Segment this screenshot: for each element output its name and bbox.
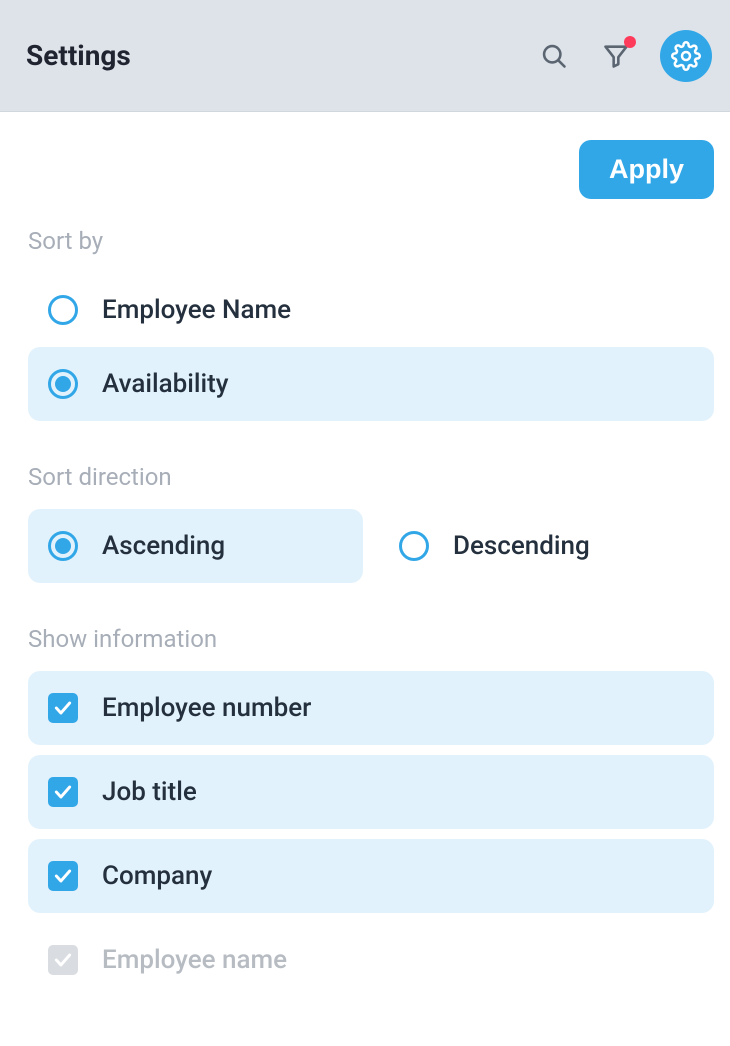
section-label-show-information: Show information <box>28 625 714 653</box>
radio-icon <box>48 295 78 325</box>
settings-button[interactable] <box>660 30 712 82</box>
radio-icon <box>48 531 78 561</box>
show-information-group: Employee number Job title Company Employ… <box>28 671 714 997</box>
option-label: Company <box>102 861 212 891</box>
option-label: Employee name <box>102 945 287 975</box>
option-label: Ascending <box>102 531 225 561</box>
sort-by-group: Employee Name Availability <box>28 273 714 421</box>
show-info-option-company[interactable]: Company <box>28 839 714 913</box>
content: Apply Sort by Employee Name Availability… <box>0 112 730 997</box>
section-label-sort-direction: Sort direction <box>28 463 714 491</box>
filter-indicator-dot <box>624 36 636 48</box>
radio-icon <box>48 369 78 399</box>
show-info-option-job-title[interactable]: Job title <box>28 755 714 829</box>
search-button[interactable] <box>536 38 572 74</box>
sort-direction-group: Ascending Descending <box>28 509 714 583</box>
checkbox-icon <box>48 693 78 723</box>
option-label: Employee number <box>102 693 311 723</box>
apply-row: Apply <box>28 140 714 199</box>
sort-by-option-availability[interactable]: Availability <box>28 347 714 421</box>
sort-direction-option-descending[interactable]: Descending <box>379 509 714 583</box>
checkbox-icon <box>48 945 78 975</box>
radio-icon <box>399 531 429 561</box>
checkbox-icon <box>48 777 78 807</box>
page-title: Settings <box>26 39 131 72</box>
show-info-option-employee-name: Employee name <box>28 923 714 997</box>
option-label: Descending <box>453 531 590 561</box>
filter-button[interactable] <box>598 38 634 74</box>
sort-direction-option-ascending[interactable]: Ascending <box>28 509 363 583</box>
sort-by-option-employee-name[interactable]: Employee Name <box>28 273 714 347</box>
show-info-option-employee-number[interactable]: Employee number <box>28 671 714 745</box>
checkbox-icon <box>48 861 78 891</box>
option-label: Employee Name <box>102 295 291 325</box>
header: Settings <box>0 0 730 112</box>
apply-button[interactable]: Apply <box>579 140 714 199</box>
header-icons <box>536 30 712 82</box>
search-icon <box>540 42 568 70</box>
option-label: Job title <box>102 777 197 807</box>
gear-icon <box>671 41 701 71</box>
section-label-sort-by: Sort by <box>28 227 714 255</box>
option-label: Availability <box>102 369 228 399</box>
